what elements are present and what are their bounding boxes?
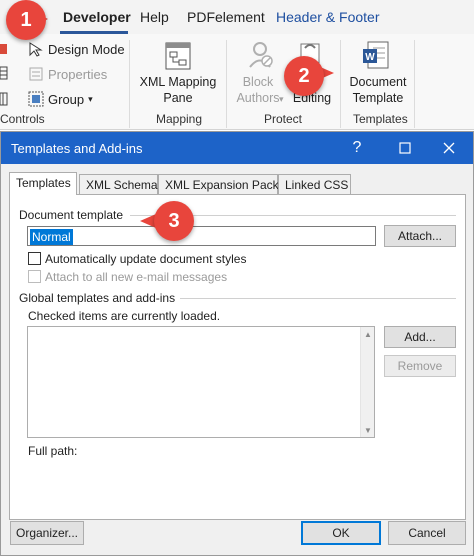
controls-group-label: Controls [0, 112, 45, 126]
ribbon-separator [129, 40, 130, 128]
close-button[interactable] [429, 132, 469, 164]
list-scrollbar[interactable]: ▲ ▼ [360, 327, 374, 437]
tab-templates[interactable]: Templates [9, 172, 77, 195]
remove-button[interactable]: Remove [384, 355, 456, 377]
tab-xml-expansion-packs[interactable]: XML Expansion Packs [158, 174, 285, 194]
svg-text:W: W [365, 52, 375, 63]
document-template-value: Normal [30, 229, 73, 245]
attach-button[interactable]: Attach... [384, 225, 456, 247]
auto-update-styles-label: Automatically update document styles [45, 252, 247, 266]
properties-button[interactable]: Properties [28, 66, 107, 82]
ribbon-tab-header-footer[interactable]: Header & Footer [276, 9, 380, 25]
xml-mapping-pane-button[interactable]: XML Mapping Pane [136, 74, 220, 106]
design-mode-button[interactable]: Design Mode [28, 41, 125, 57]
design-mode-icon [29, 42, 43, 57]
scroll-up-icon[interactable]: ▲ [361, 327, 375, 341]
tab-linked-css[interactable]: Linked CSS [278, 174, 351, 194]
clipped-grid-icon [0, 66, 8, 80]
ribbon-tab-developer[interactable]: Developer [63, 9, 131, 25]
full-path-label: Full path: [28, 444, 78, 458]
global-templates-list[interactable]: ▲ ▼ [27, 326, 375, 438]
document-template-label: Document template [19, 208, 124, 222]
clipped-red-icon [0, 44, 7, 54]
scroll-down-icon[interactable]: ▼ [361, 423, 375, 437]
ribbon-tab-pdfelement[interactable]: PDFelement [187, 9, 265, 25]
ribbon-body: Design Mode Properties Group ▾ Controls … [0, 34, 474, 130]
global-templates-label: Global templates and add-ins [19, 291, 176, 305]
templates-group-label: Templates [353, 112, 408, 126]
block-authors-line1: Block [242, 75, 274, 89]
callout-2-badge: 2 [284, 56, 324, 96]
document-template-button[interactable]: Document Template [342, 74, 414, 106]
remove-button-label: Remove [397, 359, 443, 373]
maximize-button[interactable] [385, 132, 425, 164]
design-mode-label: Design Mode [48, 41, 125, 57]
document-template-line2: Template [352, 91, 404, 105]
protect-group-label: Protect [264, 112, 303, 126]
xml-mapping-pane-icon [165, 42, 191, 70]
add-button[interactable]: Add... [384, 326, 456, 348]
maximize-icon [399, 142, 411, 154]
dialog-title: Templates and Add-ins [11, 141, 143, 156]
attach-email-checkbox[interactable] [28, 270, 41, 283]
properties-icon [29, 67, 43, 81]
add-button-label: Add... [404, 330, 436, 344]
dialog-titlebar[interactable]: Templates and Add-ins ? [1, 132, 473, 164]
help-button[interactable]: ? [337, 132, 377, 164]
ribbon-separator [414, 40, 415, 128]
organizer-button-label: Organizer... [15, 526, 79, 540]
document-template-input[interactable]: Normal [27, 226, 376, 246]
group-label: Group [48, 91, 85, 107]
templates-and-addins-dialog: Templates and Add-ins ? Templates XML Sc… [0, 131, 474, 556]
ribbon-tab-bar: Developer Help PDFelement Header & Foote… [0, 0, 474, 34]
mapping-group-label: Mapping [156, 112, 203, 126]
ribbon-separator [226, 40, 227, 128]
tab-xml-schema[interactable]: XML Schema [79, 174, 158, 194]
group-divider [180, 298, 456, 299]
ok-button[interactable]: OK [301, 521, 381, 545]
cancel-button-label: Cancel [408, 526, 446, 540]
auto-update-styles-checkbox[interactable] [28, 252, 41, 265]
attach-email-label: Attach to all new e-mail messages [45, 270, 228, 284]
ok-button-label: OK [332, 526, 350, 540]
close-icon [443, 142, 455, 154]
properties-label: Properties [48, 66, 108, 82]
block-authors-icon [249, 42, 273, 68]
document-template-icon: W [363, 41, 389, 69]
document-template-line1: Document [349, 75, 407, 89]
callout-1-badge: 1 [6, 0, 46, 40]
callout-3-badge: 3 [154, 201, 194, 241]
ribbon-separator [340, 40, 341, 128]
xml-mapping-line1: XML Mapping [139, 75, 217, 89]
group-icon [28, 91, 44, 107]
xml-mapping-line2: Pane [163, 91, 193, 105]
chevron-down-icon: ▾ [88, 93, 93, 104]
cancel-button[interactable]: Cancel [388, 521, 466, 545]
ribbon-tab-help[interactable]: Help [140, 9, 169, 25]
block-authors-chevron-icon: ▾ [279, 94, 284, 104]
clipped-table-icon [0, 92, 8, 106]
group-dropdown-button[interactable]: Group ▾ [28, 91, 93, 107]
templates-tab-panel: Document template Normal Attach... Autom… [9, 194, 466, 520]
attach-button-label: Attach... [397, 229, 443, 243]
organizer-button[interactable]: Organizer... [10, 521, 84, 545]
checked-loaded-text: Checked items are currently loaded. [28, 309, 221, 323]
